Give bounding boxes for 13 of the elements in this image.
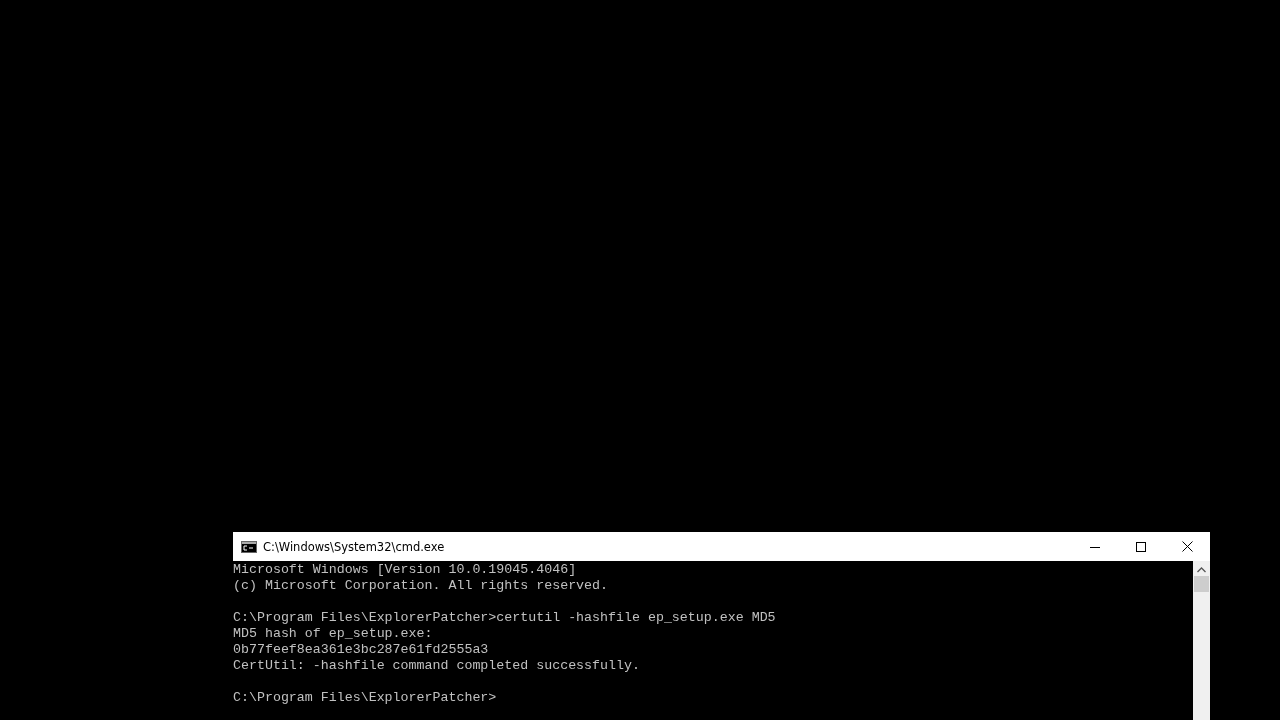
scroll-up-icon[interactable]: [1197, 567, 1206, 573]
console-line: C:\Program Files\ExplorerPatcher>certutil -hashfile ep_setup.exe MD5: [233, 610, 776, 626]
console-line: (c) Microsoft Corporation. All rights reserved.: [233, 578, 609, 594]
maximize-icon[interactable]: [1136, 541, 1146, 552]
console-line: MD5 hash of ep_setup.exe:: [233, 626, 433, 642]
scroll-thumb[interactable]: [1194, 576, 1209, 592]
console-line: C:\Program Files\ExplorerPatcher>: [233, 690, 497, 706]
window-title: C:\Windows\System32\cmd.exe: [263, 539, 445, 554]
console-line: 0b77feef8ea361e3bc287e61fd2555a3: [233, 642, 489, 658]
close-icon[interactable]: [1181, 541, 1193, 552]
console-line: Microsoft Windows [Version 10.0.19045.4046]: [233, 562, 577, 578]
console-icon: [241, 540, 257, 553]
console-line: CertUtil: -hashfile command completed successfully.: [233, 658, 640, 674]
